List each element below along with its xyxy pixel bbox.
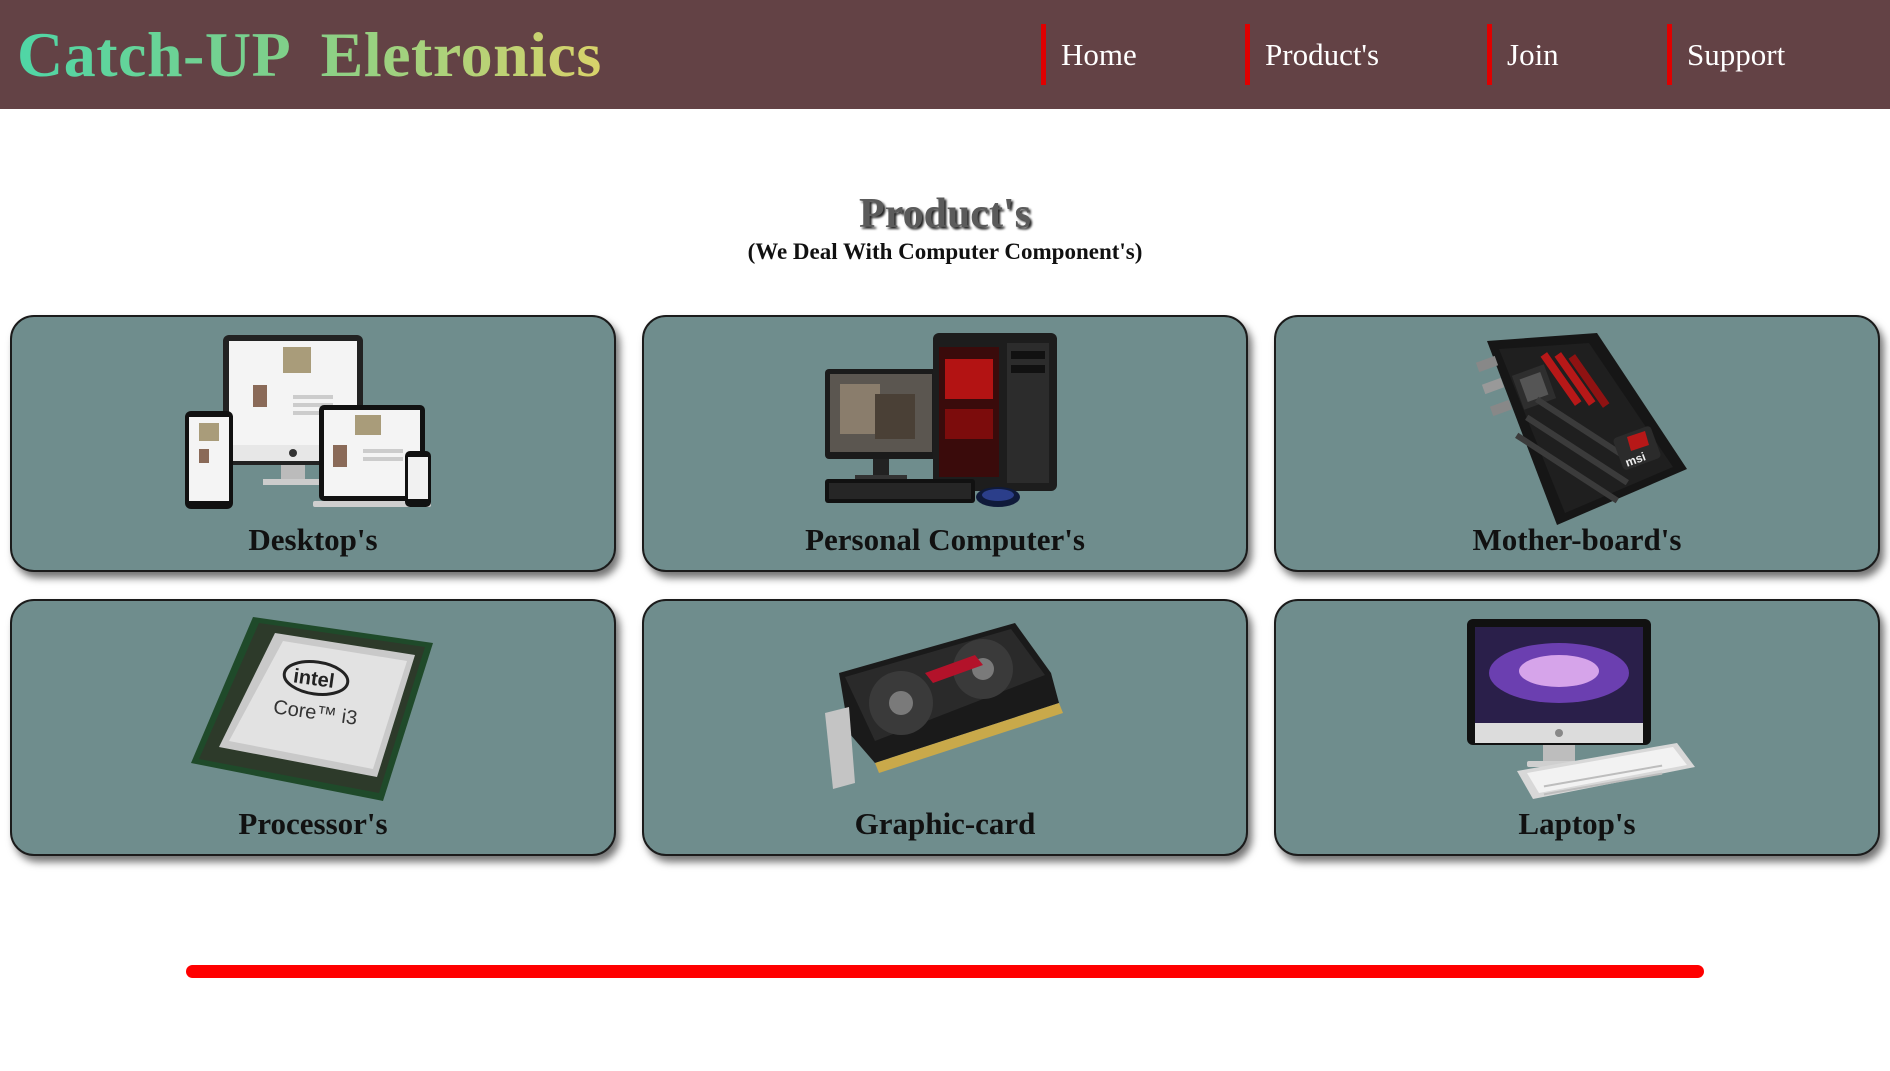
- graphics-card-image: [825, 623, 1063, 789]
- page-subtitle: (We Deal With Computer Component's): [747, 239, 1143, 264]
- card-label-laptops: Laptop's: [1518, 806, 1636, 841]
- nav-support[interactable]: Support: [1667, 24, 1785, 85]
- card-label-desktops: Desktop's: [248, 522, 378, 557]
- nav-products[interactable]: Product's: [1245, 24, 1379, 85]
- card-label-graphic-card: Graphic-card: [854, 806, 1036, 841]
- footer-divider: [186, 965, 1704, 978]
- product-card-graphic-card[interactable]: Graphic-card: [642, 599, 1248, 856]
- product-card-motherboards[interactable]: msi Mother-board's: [1274, 315, 1880, 572]
- card-label-personal-computers: Personal Computer's: [805, 522, 1085, 557]
- page-title: Product's: [859, 191, 1031, 237]
- site-header: Catch-UP Eletronics Home Product's Join …: [0, 0, 1890, 109]
- card-label-motherboards: Mother-board's: [1472, 522, 1682, 557]
- nav-join[interactable]: Join: [1487, 24, 1559, 85]
- nav-home[interactable]: Home: [1041, 24, 1137, 85]
- imac-keyboard-image: [1467, 619, 1695, 799]
- product-card-personal-computers[interactable]: Personal Computer's: [642, 315, 1248, 572]
- gaming-pc-image: [825, 333, 1057, 507]
- card-label-processors: Processor's: [238, 806, 388, 841]
- motherboard-image: msi: [1475, 333, 1687, 525]
- intel-core-i3-chip-image: intel Core™ i3: [191, 617, 433, 801]
- product-card-desktops[interactable]: Desktop's: [10, 315, 616, 572]
- responsive-devices-image: [185, 335, 431, 509]
- product-card-processors[interactable]: intel Core™ i3 Processor's: [10, 599, 616, 856]
- product-card-laptops[interactable]: Laptop's: [1274, 599, 1880, 856]
- site-logo-text[interactable]: Catch-UP Eletronics: [17, 18, 602, 92]
